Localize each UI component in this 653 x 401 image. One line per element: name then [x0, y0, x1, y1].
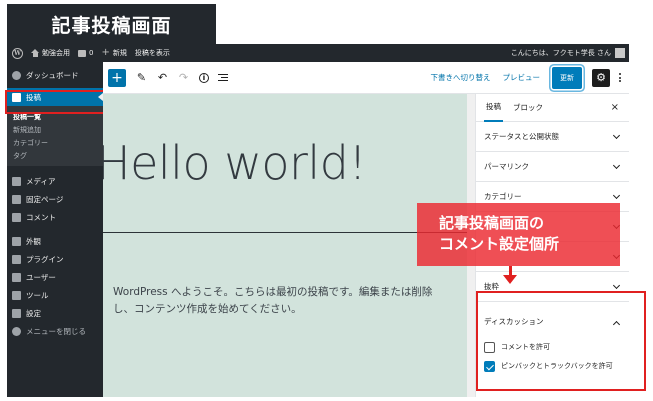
dashboard-icon: [12, 70, 21, 80]
block-navigation-icon[interactable]: [218, 73, 228, 82]
sidebar-item-label: 外観: [26, 236, 41, 246]
submenu-categories[interactable]: カテゴリー: [7, 136, 103, 149]
sidebar-item-label: プラグイン: [26, 254, 64, 264]
admin-sidebar: ダッシュボード 投稿 投稿一覧 新規追加 カテゴリー タグ メディア 固定ページ…: [7, 62, 103, 397]
tab-block[interactable]: ブロック: [511, 94, 545, 122]
gear-icon[interactable]: ⚙: [592, 68, 610, 87]
sidebar-item-label: 固定ページ: [26, 194, 64, 204]
sidebar-item-label: 投稿: [26, 92, 41, 102]
panel-label: 抜粋: [484, 282, 499, 291]
sidebar-item-label: メディア: [26, 176, 56, 186]
pencil-icon[interactable]: ✎: [136, 72, 147, 83]
callout-line-1: 記事投稿画面の: [439, 214, 545, 232]
chevron-up-icon: [612, 320, 621, 329]
pushpin-icon: [12, 92, 21, 102]
allow-comments-checkbox[interactable]: [484, 342, 495, 353]
collapse-icon: [12, 326, 21, 336]
sidebar-item-appearance[interactable]: 外観: [7, 232, 103, 250]
sidebar-item-plugins[interactable]: プラグイン: [7, 250, 103, 268]
sidebar-item-label: ツール: [26, 290, 49, 300]
preview-button[interactable]: プレビュー: [503, 72, 541, 83]
submenu-add-new[interactable]: 新規追加: [7, 123, 103, 136]
panel-label: ディスカッション: [484, 316, 544, 326]
panel-label: パーマリンク: [484, 162, 529, 171]
sidebar-item-posts[interactable]: 投稿: [7, 88, 103, 106]
home-icon: [31, 49, 39, 57]
sidebar-item-comments[interactable]: コメント: [7, 208, 103, 226]
panel-label: ステータスと公開状態: [484, 132, 559, 141]
arrow-head-icon: [503, 275, 517, 284]
comment-count: 0: [89, 49, 94, 57]
sidebar-item-media[interactable]: メディア: [7, 172, 103, 190]
chevron-down-icon: [612, 281, 621, 290]
sidebar-item-pages[interactable]: 固定ページ: [7, 190, 103, 208]
callout-line-2: コメント設定個所: [439, 235, 560, 253]
panel-status-visibility[interactable]: ステータスと公開状態: [476, 122, 629, 152]
posts-submenu: 投稿一覧 新規追加 カテゴリー タグ: [7, 106, 103, 166]
sidebar-item-label: ダッシュボード: [26, 70, 79, 80]
new-content-link[interactable]: + 新規: [101, 48, 126, 58]
close-icon[interactable]: ×: [611, 102, 619, 113]
redo-icon[interactable]: ↷: [178, 72, 189, 83]
wordpress-logo-icon[interactable]: W: [12, 47, 23, 59]
plugin-icon: [12, 254, 21, 264]
separator-block[interactable]: [103, 232, 467, 233]
title-banner: 記事投稿画面: [7, 4, 216, 44]
sidebar-item-settings[interactable]: 設定: [7, 304, 103, 322]
post-title[interactable]: Hello world!: [103, 136, 367, 190]
callout-box: 記事投稿画面の コメント設定個所: [417, 203, 620, 266]
sidebar-item-label: メニューを閉じる: [26, 326, 86, 336]
wrench-icon: [12, 290, 21, 300]
user-icon: [12, 272, 21, 282]
undo-icon[interactable]: ↶: [157, 72, 168, 83]
comment-icon: [12, 212, 21, 222]
chevron-down-icon: [612, 131, 621, 140]
paintbrush-icon: [12, 236, 21, 246]
sidebar-item-label: 設定: [26, 308, 41, 318]
allow-pingbacks-checkbox[interactable]: [484, 361, 495, 372]
allow-pingbacks-label[interactable]: ピンバックとトラックバックを許可: [501, 361, 621, 371]
avatar[interactable]: [615, 48, 625, 58]
sidebar-item-label: ユーザー: [26, 272, 56, 282]
panel-excerpt[interactable]: 抜粋: [476, 272, 629, 302]
site-name-link[interactable]: 勉強会用: [31, 48, 70, 58]
panel-permalink[interactable]: パーマリンク: [476, 152, 629, 182]
plus-icon: +: [101, 47, 110, 58]
more-options-icon[interactable]: [619, 73, 621, 82]
site-name-label: 勉強会用: [42, 49, 70, 57]
chevron-down-icon: [612, 191, 621, 200]
page-icon: [12, 194, 21, 204]
editor-toolbar: + ✎ ↶ ↷ i 下書きへ切り替え プレビュー 更新 ⚙: [103, 62, 629, 94]
tab-post[interactable]: 投稿: [484, 94, 503, 122]
chevron-down-icon: [612, 161, 621, 170]
info-icon[interactable]: i: [199, 72, 209, 83]
save-draft-button[interactable]: 下書きへ切り替え: [431, 72, 491, 83]
submenu-tags[interactable]: タグ: [7, 149, 103, 162]
submenu-all-posts[interactable]: 投稿一覧: [7, 110, 103, 123]
admin-bar: W 勉強会用 0 + 新規 投稿を表示 こんにちは、フクモト学長 さん: [7, 44, 629, 62]
panel-label: カテゴリー: [484, 192, 522, 201]
paragraph-block[interactable]: WordPress へようこそ。こちらは最初の投稿です。編集または削除し、コンテ…: [113, 284, 453, 318]
sidebar-item-label: コメント: [26, 212, 56, 222]
sidebar-item-tools[interactable]: ツール: [7, 286, 103, 304]
add-block-button[interactable]: +: [108, 68, 126, 87]
allow-comments-row: コメントを許可: [476, 342, 629, 353]
allow-pingbacks-row: ピンバックとトラックバックを許可: [476, 361, 629, 372]
update-button[interactable]: 更新: [552, 66, 582, 89]
media-icon: [12, 176, 21, 186]
settings-tabs: 投稿 ブロック ×: [476, 94, 629, 122]
view-post-link[interactable]: 投稿を表示: [135, 48, 170, 58]
sidebar-item-dashboard[interactable]: ダッシュボード: [7, 66, 103, 84]
allow-comments-label[interactable]: コメントを許可: [501, 342, 621, 352]
sidebar-item-users[interactable]: ユーザー: [7, 268, 103, 286]
panel-discussion[interactable]: ディスカッション: [476, 308, 629, 334]
sidebar-collapse-menu[interactable]: メニューを閉じる: [7, 322, 103, 340]
new-label: 新規: [112, 49, 127, 57]
editor-canvas: Hello world! WordPress へようこそ。こちらは最初の投稿です…: [103, 94, 467, 397]
comments-link[interactable]: 0: [78, 49, 93, 57]
user-greeting[interactable]: こんにちは、フクモト学長 さん: [511, 48, 611, 58]
settings-icon: [12, 308, 21, 318]
comment-bubble-icon: [78, 49, 86, 57]
